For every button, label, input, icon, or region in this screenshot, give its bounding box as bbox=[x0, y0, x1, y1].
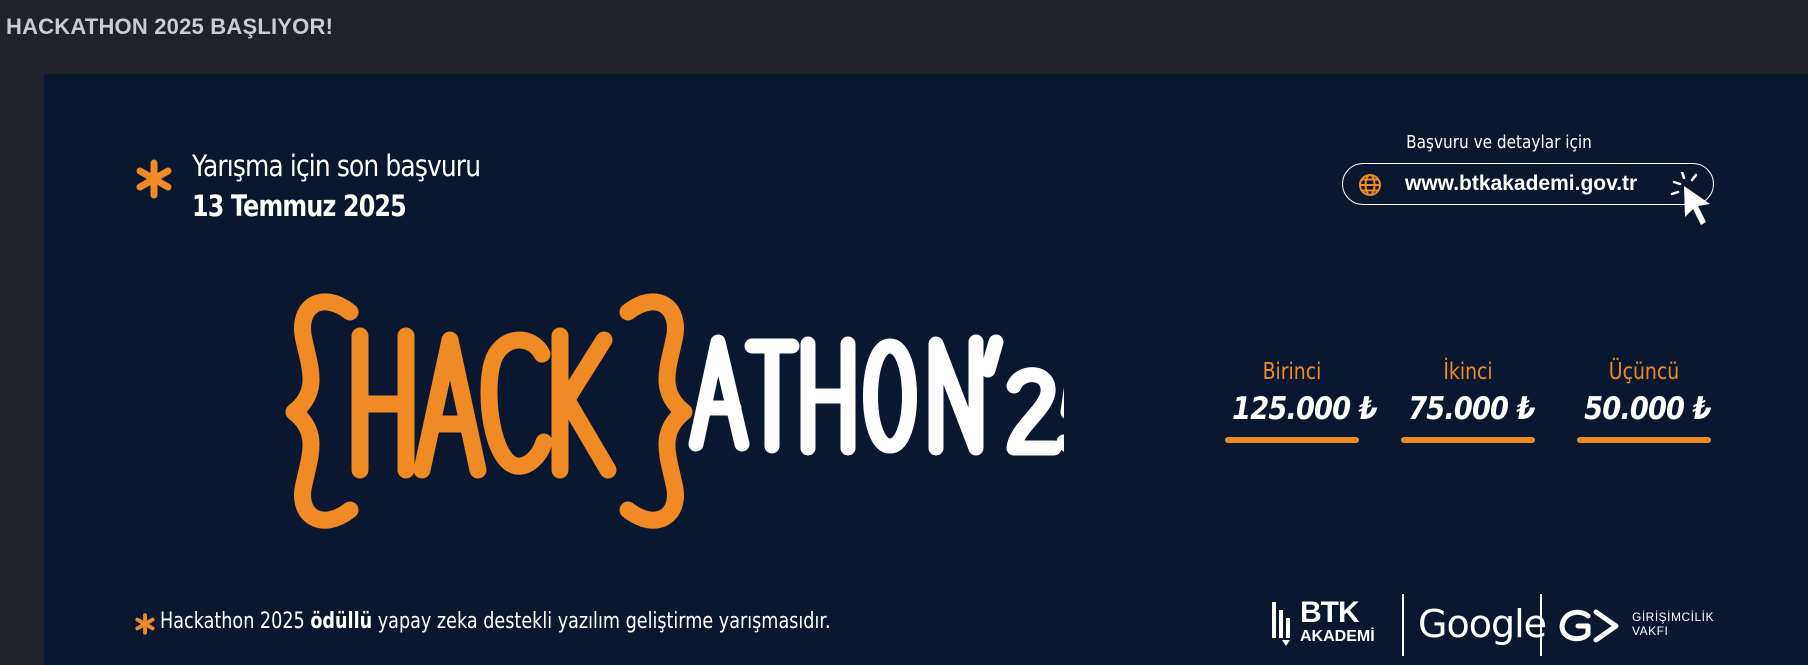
apply-caption: Başvuru ve detaylar için bbox=[1406, 132, 1592, 153]
prize-underline bbox=[1577, 437, 1711, 443]
tagline-highlight: ödüllü bbox=[310, 609, 373, 634]
page-header: HACKATHON 2025 BAŞLIYOR! bbox=[0, 0, 1808, 74]
left-gutter bbox=[0, 74, 44, 665]
deadline-date: 13 Temmuz 2025 bbox=[192, 189, 407, 223]
girisimcilik-vakfi-logo-text: GİRİŞİMCİLİK VAKFI bbox=[1632, 610, 1714, 638]
btk-logo-name: BTK bbox=[1300, 596, 1360, 629]
asterisk-icon bbox=[136, 159, 172, 199]
prize-amount: 50.000 ₺ bbox=[1584, 391, 1712, 427]
prize-place: Birinci bbox=[1262, 359, 1322, 385]
google-logo: Google bbox=[1418, 602, 1547, 646]
btk-logo-mark bbox=[1272, 602, 1290, 646]
globe-icon bbox=[1359, 174, 1381, 196]
prize-underline bbox=[1225, 437, 1359, 443]
prize-first: Birinci 125.000 ₺ bbox=[1224, 359, 1378, 443]
hackathon-banner: Yarışma için son başvuru 13 Temmuz 2025 … bbox=[44, 74, 1808, 665]
sponsor-divider bbox=[1402, 594, 1404, 656]
prize-amount: 75.000 ₺ bbox=[1408, 391, 1536, 427]
asterisk-icon bbox=[135, 613, 155, 635]
deadline-label: Yarışma için son başvuru bbox=[192, 149, 481, 183]
tagline-text: Hackathon 2025 ödüllü yapay zeka destekl… bbox=[160, 609, 831, 634]
cursor-click-icon bbox=[1670, 172, 1710, 225]
tagline-description: yapay zeka destekli yazılım geliştirme y… bbox=[377, 609, 831, 634]
prize-underline bbox=[1401, 437, 1535, 443]
sponsor-logos: BTK AKADEMİ Google GİRİŞİMCİLİK VAKFI bbox=[1272, 594, 1772, 658]
tagline-event: Hackathon 2025 bbox=[160, 609, 305, 634]
website-link-pill[interactable]: www.btkakademi.gov.tr bbox=[1342, 163, 1714, 205]
prize-third: Üçüncü 50.000 ₺ bbox=[1576, 359, 1712, 443]
hackathon-logo bbox=[285, 293, 1064, 529]
prize-list: Birinci 125.000 ₺ İkinci 75.000 ₺ Üçüncü… bbox=[1224, 359, 1744, 469]
girisimcilik-vakfi-logo-mark bbox=[1559, 609, 1619, 643]
sponsor-divider bbox=[1540, 594, 1542, 656]
prize-place: İkinci bbox=[1443, 359, 1493, 385]
gv-line1: GİRİŞİMCİLİK bbox=[1632, 610, 1715, 624]
website-url[interactable]: www.btkakademi.gov.tr bbox=[1405, 172, 1637, 196]
prize-second: İkinci 75.000 ₺ bbox=[1400, 359, 1536, 443]
gv-line2: VAKFI bbox=[1632, 624, 1669, 638]
prize-place: Üçüncü bbox=[1608, 359, 1680, 385]
prize-amount: 125.000 ₺ bbox=[1232, 391, 1378, 427]
btk-logo-subtitle: AKADEMİ bbox=[1300, 628, 1375, 645]
page-title: HACKATHON 2025 BAŞLIYOR! bbox=[6, 14, 334, 39]
